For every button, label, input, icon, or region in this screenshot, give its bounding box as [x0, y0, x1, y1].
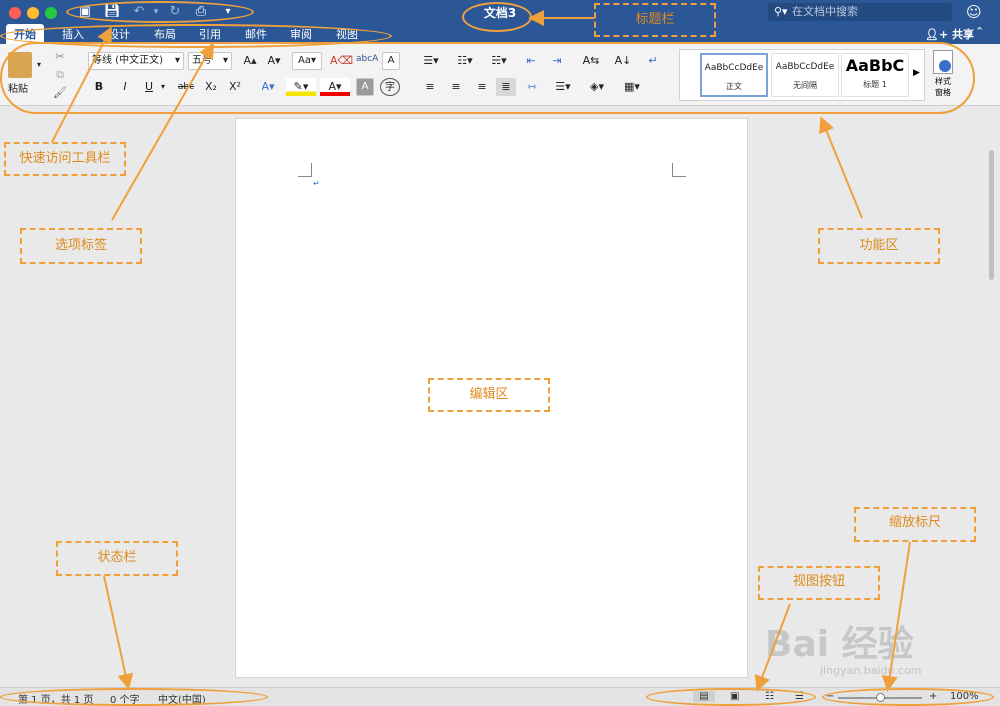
highlight-view-buttons — [646, 688, 816, 706]
paragraph-mark-icon: ↵ — [313, 179, 320, 188]
watermark-logo: Bai 经验 — [765, 624, 914, 665]
search-icon: ⚲▾ — [774, 5, 788, 18]
annotation-ribbon: 功能区 — [818, 228, 940, 264]
minimize-window-button[interactable] — [27, 7, 39, 19]
highlight-title — [462, 2, 532, 32]
feedback-smiley-icon[interactable]: ☺ — [966, 3, 982, 21]
annotation-zoom-slider: 缩放标尺 — [854, 507, 976, 542]
search-placeholder: 在文档中搜索 — [792, 5, 858, 18]
close-window-button[interactable] — [9, 7, 21, 19]
annotation-status-bar: 状态栏 — [56, 541, 178, 576]
search-input[interactable]: ⚲▾ 在文档中搜索 — [768, 3, 952, 21]
share-button[interactable]: 👤︎+ 共享 — [925, 26, 974, 42]
annotation-edit-area: 编辑区 — [428, 378, 550, 412]
highlight-quick-access — [66, 1, 254, 23]
annotation-tabs: 选项标签 — [20, 228, 142, 264]
annotation-title-bar: 标题栏 — [594, 3, 716, 37]
scroll-thumb[interactable] — [989, 150, 994, 280]
margin-corner-mark — [298, 163, 312, 177]
vertical-scrollbar[interactable] — [986, 120, 996, 680]
highlight-zoom — [822, 688, 994, 706]
highlight-ribbon — [0, 42, 975, 114]
annotation-quick-access: 快速访问工具栏 — [4, 142, 126, 176]
zoom-window-button[interactable] — [45, 7, 57, 19]
add-person-icon: 👤︎+ — [925, 28, 949, 41]
highlight-status — [0, 688, 268, 706]
watermark-url: jingyan.baidu.com — [820, 664, 922, 677]
collapse-ribbon-icon[interactable]: ⌃ — [975, 25, 984, 38]
margin-corner-mark — [672, 163, 686, 177]
annotation-view-buttons: 视图按钮 — [758, 566, 880, 600]
